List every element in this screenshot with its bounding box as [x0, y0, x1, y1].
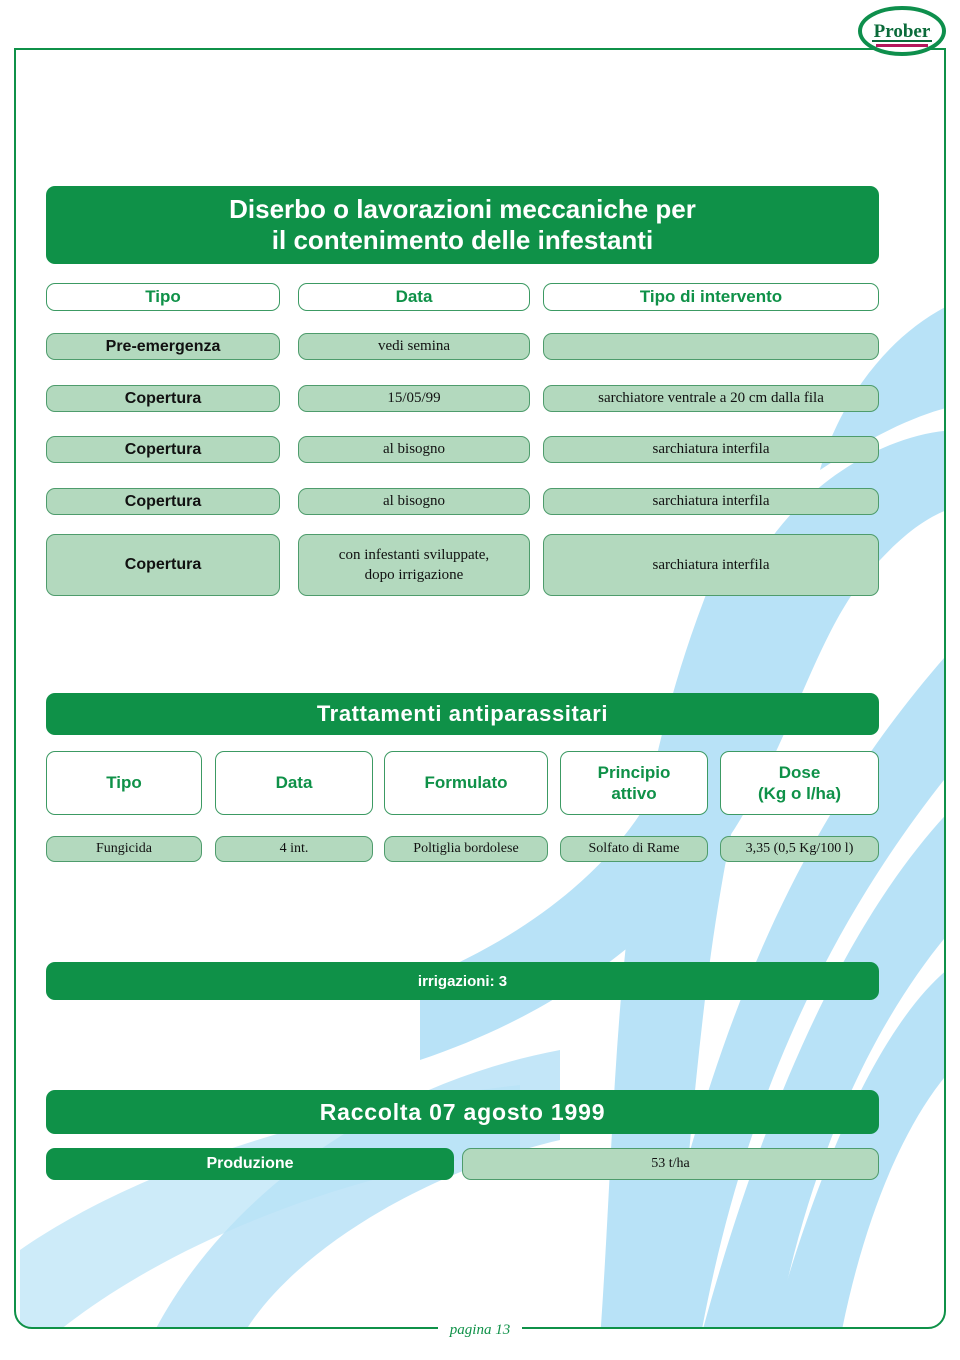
- treat-row-0-dose: 3,35 (0,5 Kg/100 l): [720, 836, 879, 862]
- table-row-1-data: 15/05/99: [298, 385, 530, 412]
- col-header-data: Data: [298, 283, 530, 311]
- treat-row-0-tipo: Fungicida: [46, 836, 202, 862]
- treat-col-header-dose-line2: (Kg o l/ha): [757, 784, 842, 803]
- page-number: pagina 13: [437, 1321, 523, 1339]
- table-row-0-tipo: Pre-emergenza: [46, 333, 280, 360]
- col-header-tipo: Tipo: [46, 283, 280, 311]
- treat-row-0-data: 4 int.: [215, 836, 373, 862]
- production-label-banner: Produzione: [46, 1148, 454, 1180]
- table-row-4-tipo: Copertura: [46, 534, 280, 596]
- col-header-tipo-intervento: Tipo di intervento: [543, 283, 879, 311]
- treat-col-header-formulato: Formulato: [384, 751, 548, 815]
- irrigation-banner: irrigazioni: 3: [46, 962, 879, 1000]
- table-row-3-tipo: Copertura: [46, 488, 280, 515]
- harvest-title-banner: Raccolta 07 agosto 1999: [46, 1090, 879, 1134]
- disinfestation-title-line1: Diserbo o lavorazioni meccaniche per: [229, 194, 696, 225]
- treat-col-header-data: Data: [215, 751, 373, 815]
- treat-col-header-dose: Dose (Kg o l/ha): [720, 751, 879, 815]
- disinfestation-title-line2: il contenimento delle infestanti: [271, 225, 654, 255]
- treatments-title-banner: Trattamenti antiparassitari: [46, 693, 879, 735]
- treat-col-header-principio-line1: Principio: [597, 762, 671, 782]
- table-row-0-intervento: [543, 333, 879, 360]
- treat-col-header-tipo-line1: Tipo: [106, 773, 142, 793]
- treat-col-header-tipo: Tipo: [46, 751, 202, 815]
- treat-col-header-formulato-line1: Formulato: [424, 773, 508, 793]
- treat-col-header-dose-line1: Dose: [778, 762, 821, 782]
- treat-col-header-principio-line2: attivo: [611, 784, 657, 803]
- logo-wordmark: Prober: [874, 21, 931, 42]
- table-row-4-data-line2: dopo irrigazione: [364, 567, 464, 583]
- footer: pagina 13: [14, 1315, 946, 1345]
- table-row-0-data: vedi semina: [298, 333, 530, 360]
- treat-col-header-data-line1: Data: [275, 773, 313, 793]
- prober-logo: Prober: [858, 6, 946, 56]
- table-row-3-intervento: sarchiatura interfila: [543, 488, 879, 515]
- table-row-1-intervento: sarchiatore ventrale a 20 cm dalla fila: [543, 385, 879, 412]
- table-row-4-data: con infestanti sviluppate, dopo irrigazi…: [298, 534, 530, 596]
- table-row-1-tipo: Copertura: [46, 385, 280, 412]
- production-value: 53 t/ha: [462, 1148, 879, 1180]
- table-row-2-tipo: Copertura: [46, 436, 280, 463]
- treat-col-header-principio-attivo: Principio attivo: [560, 751, 708, 815]
- table-row-4-data-line1: con infestanti sviluppate,: [338, 546, 490, 563]
- treat-row-0-formulato: Poltiglia bordolese: [384, 836, 548, 862]
- table-row-2-data: al bisogno: [298, 436, 530, 463]
- table-row-2-intervento: sarchiatura interfila: [543, 436, 879, 463]
- treat-row-0-principio-attivo: Solfato di Rame: [560, 836, 708, 862]
- disinfestation-title-banner: Diserbo o lavorazioni meccaniche per il …: [46, 186, 879, 264]
- table-row-4-intervento: sarchiatura interfila: [543, 534, 879, 596]
- table-row-3-data: al bisogno: [298, 488, 530, 515]
